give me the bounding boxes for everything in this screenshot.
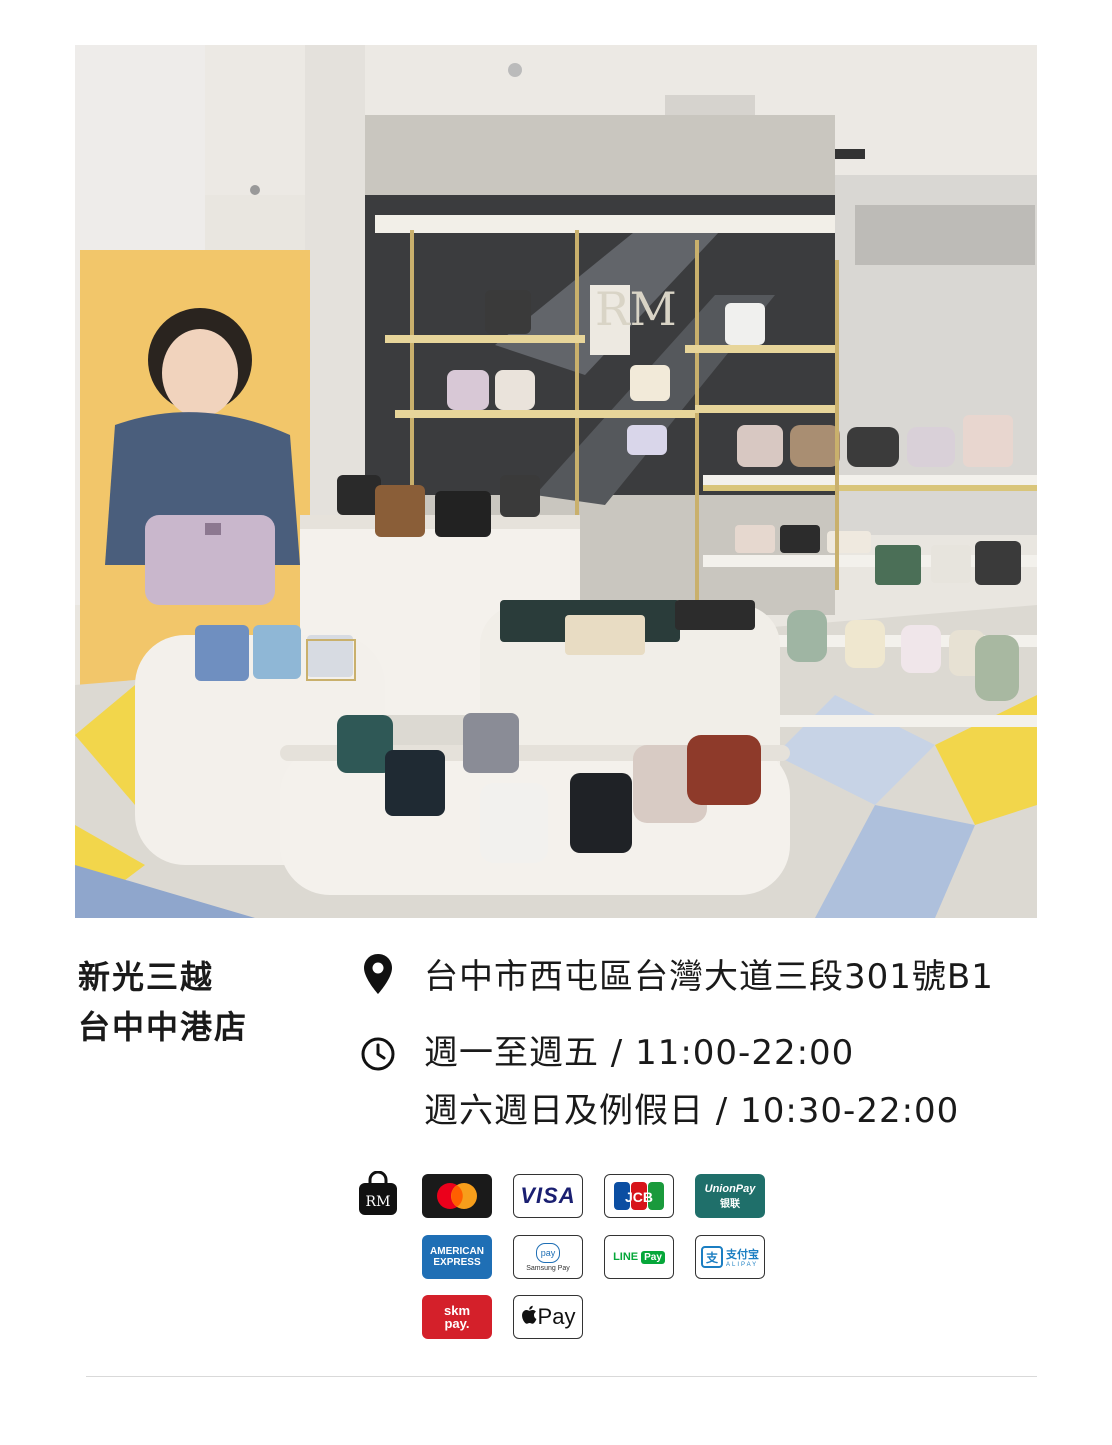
amex-line2: EXPRESS bbox=[433, 1257, 481, 1268]
mastercard-logo bbox=[422, 1174, 492, 1218]
alipay-mark: 支 bbox=[701, 1246, 723, 1268]
apple-pay-logo: Pay bbox=[513, 1295, 583, 1339]
store-address: 台中市西屯區台灣大道三段301號B1 bbox=[424, 957, 994, 997]
section-divider bbox=[86, 1376, 1037, 1377]
shopping-bag-icon: RM bbox=[357, 1170, 399, 1221]
store-photo: RM bbox=[75, 45, 1037, 918]
visa-text: VISA bbox=[520, 1183, 576, 1208]
hours-weekday: 週一至週五 / 11:00-22:00 bbox=[424, 1033, 855, 1073]
unionpay-text: UnionPay bbox=[704, 1182, 756, 1195]
line-pay-logo: LINE Pay bbox=[604, 1235, 674, 1279]
skm-pay-line2: pay. bbox=[444, 1316, 470, 1331]
samsung-pay-badge: pay bbox=[536, 1242, 560, 1263]
map-pin-icon bbox=[358, 950, 398, 998]
store-name-line2: 台中中港店 bbox=[78, 1008, 249, 1046]
samsung-pay-text: Samsung Pay bbox=[526, 1264, 570, 1272]
store-hours: 週一至週五 / 11:00-22:00 週六週日及例假日 / 10:30-22:… bbox=[424, 1026, 959, 1138]
line-pay-chip: Pay bbox=[641, 1250, 665, 1264]
unionpay-cn-text: 银联 bbox=[720, 1198, 740, 1210]
jcb-text: JCB bbox=[625, 1189, 653, 1205]
store-name-line1: 新光三越 bbox=[78, 958, 215, 996]
alipay-cn-text: 支付宝 bbox=[726, 1249, 759, 1261]
apple-pay-text: Pay bbox=[537, 1304, 576, 1329]
bag-logo-text: RM bbox=[366, 1194, 391, 1210]
hours-row: 週一至週五 / 11:00-22:00 週六週日及例假日 / 10:30-22:… bbox=[358, 1026, 959, 1138]
line-pay-text: LINE bbox=[613, 1251, 639, 1263]
amex-logo: AMERICAN EXPRESS bbox=[422, 1235, 492, 1279]
unionpay-logo: UnionPay 银联 bbox=[695, 1174, 765, 1218]
visa-logo: VISA bbox=[513, 1174, 583, 1218]
alipay-en-text: ALIPAY bbox=[726, 1262, 759, 1268]
skm-pay-logo: skm pay. bbox=[422, 1295, 492, 1339]
alipay-logo: 支 支付宝 ALIPAY bbox=[695, 1235, 765, 1279]
address-row: 台中市西屯區台灣大道三段301號B1 bbox=[358, 950, 994, 1004]
hours-weekend: 週六週日及例假日 / 10:30-22:00 bbox=[424, 1091, 960, 1131]
svg-text:RM: RM bbox=[595, 282, 677, 336]
store-name: 新光三越 台中中港店 bbox=[78, 952, 248, 1052]
clock-icon bbox=[358, 1030, 398, 1078]
apple-icon bbox=[521, 1305, 537, 1329]
jcb-logo: JCB bbox=[604, 1174, 674, 1218]
samsung-pay-logo: pay Samsung Pay bbox=[513, 1235, 583, 1279]
amex-line1: AMERICAN bbox=[430, 1246, 484, 1257]
